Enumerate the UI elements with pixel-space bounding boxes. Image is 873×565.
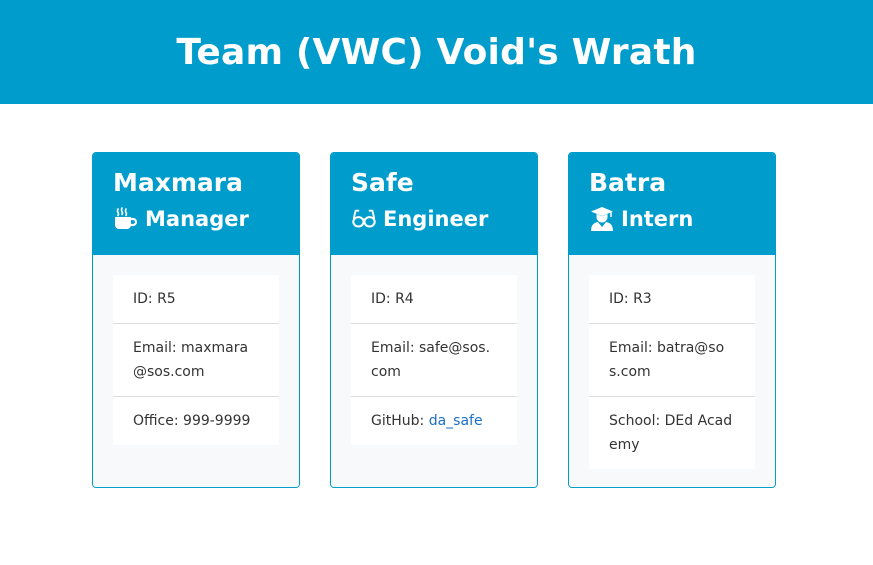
info-list: ID: R3 Email: batra@sos.com School: DEd … — [589, 275, 755, 469]
card-body: ID: R3 Email: batra@sos.com School: DEd … — [569, 255, 775, 487]
page-header: Team (VWC) Void's Wrath — [0, 0, 873, 104]
employee-name: Maxmara — [113, 168, 243, 197]
employee-card-manager: Maxmara Manager ID: R5 Email: maxmara@so — [92, 152, 300, 488]
coffee-icon — [113, 206, 139, 232]
info-list: ID: R4 Email: safe@sos.com GitHub: da_sa… — [351, 275, 517, 445]
info-list: ID: R5 Email: maxmara@sos.com Office: 99… — [113, 275, 279, 445]
github-label: GitHub: — [371, 413, 429, 429]
employee-name: Safe — [351, 168, 414, 197]
graduate-icon — [589, 206, 615, 232]
glasses-icon — [351, 206, 377, 232]
school-item: School: DEd Academy — [609, 413, 733, 453]
card-body: ID: R4 Email: safe@sos.com GitHub: da_sa… — [331, 255, 537, 487]
team-cards: Maxmara Manager ID: R5 Email: maxmara@so — [92, 152, 776, 488]
employee-role: Intern — [589, 201, 755, 237]
employee-name: Batra — [589, 168, 667, 197]
employee-role: Manager — [113, 201, 279, 237]
role-label: Manager — [145, 207, 249, 231]
email-item: Email: maxmara@sos.com — [113, 324, 279, 397]
github-item: GitHub: da_safe — [351, 397, 517, 445]
github-link[interactable]: da_safe — [429, 413, 483, 429]
employee-role: Engineer — [351, 201, 517, 237]
office-item: Office: 999-9999 — [133, 413, 251, 429]
id-item: ID: R5 — [113, 275, 279, 324]
role-label: Intern — [621, 207, 694, 231]
card-body: ID: R5 Email: maxmara@sos.com Office: 99… — [93, 255, 299, 487]
card-header: Batra Intern — [569, 153, 775, 255]
employee-card-intern: Batra Intern ID: R3 Email: batra@sos.com… — [568, 152, 776, 488]
email-item: Email: batra@sos.com — [589, 324, 755, 397]
page-title: Team (VWC) Void's Wrath — [176, 31, 697, 73]
id-item: ID: R3 — [589, 275, 755, 324]
card-header: Safe Engineer — [331, 153, 537, 255]
id-item: ID: R4 — [351, 275, 517, 324]
employee-card-engineer: Safe Engineer ID: R4 Email: safe@sos.com — [330, 152, 538, 488]
role-label: Engineer — [383, 207, 489, 231]
email-item: Email: safe@sos.com — [351, 324, 517, 397]
card-header: Maxmara Manager — [93, 153, 299, 255]
